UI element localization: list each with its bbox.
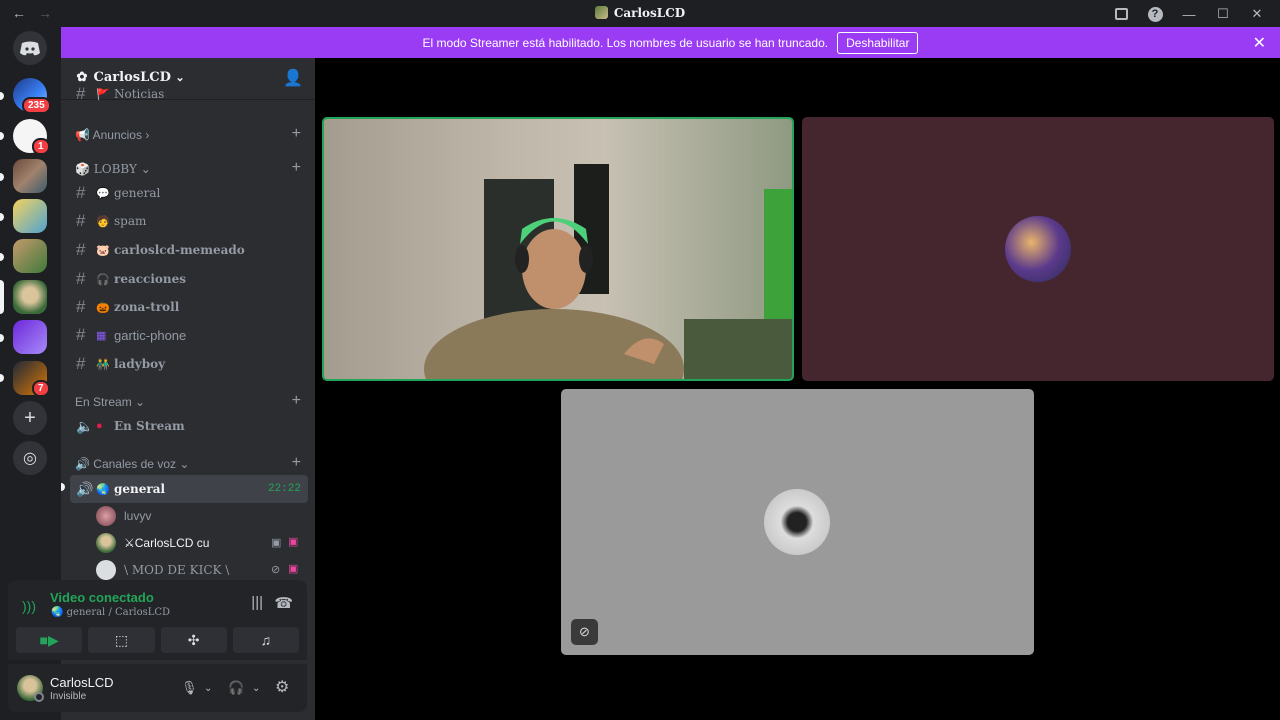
- chevron-down-icon: ⌄: [175, 71, 185, 84]
- window-title: CarlosLCD: [0, 6, 1280, 20]
- server-icon: [594, 6, 608, 19]
- server-name: CarlosLCD: [93, 70, 171, 85]
- unread-pill: [0, 374, 4, 382]
- channel-general[interactable]: # 💬 general: [70, 179, 308, 207]
- user-status: Invisible: [50, 691, 87, 702]
- channel-ladyboy[interactable]: # 👬 ladyboy: [70, 350, 308, 378]
- close-window-button[interactable]: ✕: [1240, 4, 1274, 24]
- status-invisible-icon: [34, 692, 44, 702]
- add-channel-icon[interactable]: +: [292, 159, 301, 177]
- avatar: [1005, 216, 1071, 282]
- muted-icon: ⊘: [271, 564, 281, 576]
- category-anuncios[interactable]: 📢 Anuncios ›: [75, 128, 149, 142]
- unread-pill: [0, 173, 4, 181]
- connection-status[interactable]: Video conectado: [50, 590, 154, 605]
- speaker-icon: 🔈: [76, 417, 94, 434]
- category-en-stream[interactable]: En Stream ⌄: [75, 395, 145, 409]
- video-grid: ⊘: [315, 58, 1280, 720]
- disconnect-icon[interactable]: ☎: [274, 594, 293, 612]
- speaker-icon: 🔊: [76, 480, 94, 497]
- add-channel-icon[interactable]: +: [292, 392, 301, 410]
- screen-share-button[interactable]: ⬚: [88, 627, 155, 653]
- channel-carloslcd-memeado[interactable]: # 🐷 carloslcd-memeado: [70, 236, 308, 264]
- channel-en-stream[interactable]: 🔈 ● En Stream: [70, 412, 308, 440]
- close-icon[interactable]: ✕: [1253, 33, 1266, 53]
- unread-pill: [0, 253, 4, 261]
- voice-indicator: [61, 483, 65, 491]
- help-icon[interactable]: ?: [1138, 4, 1172, 24]
- disable-streamer-button[interactable]: Deshabilitar: [837, 31, 919, 54]
- unread-pill: [0, 132, 4, 140]
- server-icon-5[interactable]: [13, 239, 47, 273]
- voice-member[interactable]: ⚔CarlosLCD cu: [96, 530, 209, 556]
- channel-reacciones[interactable]: # 🎧 reacciones: [70, 265, 308, 293]
- video-tile-participant[interactable]: [802, 117, 1274, 381]
- unread-pill: [0, 334, 4, 342]
- discover-icon[interactable]: ◎: [13, 441, 47, 475]
- channel-gartic-phone[interactable]: # ▦ gartic-phone: [70, 321, 308, 349]
- minimize-button[interactable]: —: [1172, 4, 1206, 24]
- video-tile-camera[interactable]: [322, 117, 794, 381]
- signal-icon[interactable]: ))): [22, 598, 36, 614]
- channel-zona-troll[interactable]: # 🎃 zona-troll: [70, 293, 308, 321]
- user-panel: CarlosLCD Invisible 🎙 ⌄ 🎧 ⌄ ⚙: [8, 664, 307, 712]
- selected-server-indicator: [0, 280, 4, 314]
- add-server-icon[interactable]: +: [13, 401, 47, 435]
- voice-channel-general[interactable]: 🔊 🌏 general 22:22: [70, 475, 308, 503]
- activities-button[interactable]: ✣: [160, 627, 227, 653]
- mention-badge: 235: [22, 97, 51, 114]
- mention-badge: 1: [32, 138, 50, 155]
- unread-pill: [0, 92, 4, 100]
- title-bar: ← → CarlosLCD ? — ☐ ✕: [0, 0, 1280, 27]
- muted-mic-icon[interactable]: ⊘: [571, 619, 598, 645]
- banner-text: El modo Streamer está habilitado. Los no…: [422, 35, 829, 50]
- chevron-down-icon[interactable]: ⌄: [204, 683, 212, 694]
- channel-spam[interactable]: # 🧑 spam: [70, 207, 308, 235]
- chevron-down-icon[interactable]: ⌄: [252, 683, 260, 694]
- video-icon: ▣: [271, 537, 282, 549]
- microphone-icon[interactable]: 🎙: [181, 680, 198, 696]
- add-channel-icon[interactable]: +: [292, 454, 301, 472]
- nitro-icon: ▣: [288, 536, 299, 548]
- server-icon-carloslcd[interactable]: [13, 280, 47, 314]
- server-icon-6[interactable]: [13, 320, 47, 354]
- call-duration: 22:22: [267, 483, 301, 495]
- headphones-icon[interactable]: 🎧: [228, 680, 244, 696]
- streamer-mode-banner: El modo Streamer está habilitado. Los no…: [61, 27, 1280, 58]
- discord-home-icon[interactable]: [13, 31, 47, 65]
- nitro-icon: ▣: [288, 563, 299, 575]
- inbox-icon[interactable]: [1104, 4, 1138, 24]
- server-flower-icon: ✿: [76, 70, 88, 85]
- connection-channel[interactable]: 🌏 general / CarlosLCD: [51, 607, 170, 618]
- voice-member[interactable]: luvyv: [96, 503, 151, 529]
- voice-controls: ■▶ ⬚ ✣ ♫: [8, 627, 307, 653]
- category-lobby[interactable]: 🎲 LOBBY ⌄: [75, 162, 151, 176]
- avatar: [764, 489, 830, 555]
- gear-icon[interactable]: ⚙: [275, 677, 289, 697]
- category-canales-de-voz[interactable]: 🔊 Canales de voz ⌄: [75, 457, 189, 471]
- server-icon-3[interactable]: [13, 159, 47, 193]
- unread-pill: [0, 213, 4, 221]
- mention-badge: 7: [32, 380, 50, 397]
- noise-suppression-icon[interactable]: |||: [251, 594, 263, 611]
- channel-noticias[interactable]: # 🚩 Noticias: [70, 86, 308, 102]
- invite-icon[interactable]: 👤: [283, 68, 303, 88]
- maximize-button[interactable]: ☐: [1206, 4, 1240, 24]
- server-icon-4[interactable]: [13, 199, 47, 233]
- soundboard-button[interactable]: ♫: [232, 627, 299, 653]
- add-channel-icon[interactable]: +: [292, 125, 301, 143]
- username[interactable]: CarlosLCD: [50, 675, 114, 690]
- video-tile-participant[interactable]: ⊘: [561, 389, 1034, 655]
- camera-button[interactable]: ■▶: [16, 627, 83, 653]
